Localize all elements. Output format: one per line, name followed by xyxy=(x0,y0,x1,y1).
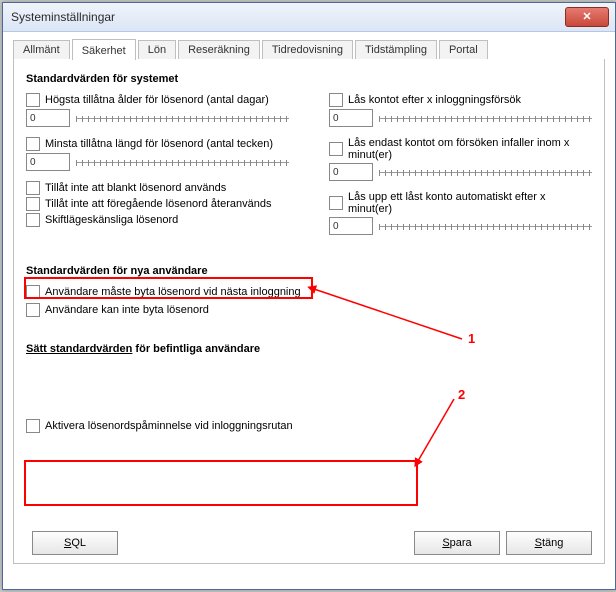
tab-allmant[interactable]: Allmänt xyxy=(13,40,70,59)
save-button[interactable]: Spara xyxy=(414,531,500,555)
checkbox-must-change-password[interactable] xyxy=(26,285,40,299)
checkbox-enable-password-reminder[interactable] xyxy=(26,419,40,433)
tab-lon[interactable]: Lön xyxy=(138,40,176,59)
checkbox-min-password-length[interactable] xyxy=(26,137,40,151)
slider-auto-unlock[interactable] xyxy=(379,219,592,233)
checkbox-no-blank-password[interactable] xyxy=(26,181,40,195)
tab-panel-sakerhet: Standardvärden för systemet Högsta tillå… xyxy=(13,59,605,564)
input-max-password-age[interactable]: 0 xyxy=(26,109,70,127)
label-cannot-change-password: Användare kan inte byta lösenord xyxy=(45,304,209,316)
slider-max-password-age[interactable] xyxy=(76,111,289,125)
close-button[interactable]: ✕ xyxy=(565,7,609,27)
left-column: Högsta tillåtna ålder för lösenord (anta… xyxy=(26,91,289,245)
label-no-previous-password: Tillåt inte att föregående lösenord åter… xyxy=(45,198,271,210)
tab-bar: Allmänt Säkerhet Lön Reseräkning Tidredo… xyxy=(13,38,605,60)
checkbox-lock-after-attempts[interactable] xyxy=(329,93,343,107)
input-auto-unlock[interactable]: 0 xyxy=(329,217,373,235)
footer-bar: SQL Spara Stäng xyxy=(26,531,592,555)
tab-sakerhet[interactable]: Säkerhet xyxy=(72,39,136,60)
tab-tidstampling[interactable]: Tidstämpling xyxy=(355,40,437,59)
checkbox-no-previous-password[interactable] xyxy=(26,197,40,211)
tab-portal[interactable]: Portal xyxy=(439,40,488,59)
label-lock-after-attempts: Lås kontot efter x inloggningsförsök xyxy=(348,94,521,106)
section-title-system-defaults: Standardvärden för systemet xyxy=(26,73,592,85)
checkbox-cannot-change-password[interactable] xyxy=(26,303,40,317)
window-frame: Systeminställningar ✕ Allmänt Säkerhet L… xyxy=(2,2,616,590)
label-auto-unlock: Lås upp ett låst konto automatiskt efter… xyxy=(348,191,592,215)
label-case-sensitive-password: Skiftlägeskänsliga lösenord xyxy=(45,214,178,226)
input-lock-after-attempts[interactable]: 0 xyxy=(329,109,373,127)
slider-min-password-length[interactable] xyxy=(76,155,289,169)
right-column: Lås kontot efter x inloggningsförsök 0 L… xyxy=(329,91,592,245)
checkbox-case-sensitive-password[interactable] xyxy=(26,213,40,227)
input-min-password-length[interactable]: 0 xyxy=(26,153,70,171)
window-title: Systeminställningar xyxy=(11,10,115,24)
close-icon: ✕ xyxy=(582,12,591,23)
section-title-new-user-defaults: Standardvärden för nya användare xyxy=(26,265,592,277)
title-bar: Systeminställningar ✕ xyxy=(3,3,615,32)
checkbox-lock-only-within[interactable] xyxy=(329,142,343,156)
close-window-button[interactable]: Stäng xyxy=(506,531,592,555)
tab-tidredovisning[interactable]: Tidredovisning xyxy=(262,40,353,59)
label-min-password-length: Minsta tillåtna längd för lösenord (anta… xyxy=(45,138,273,150)
input-lock-only-within[interactable]: 0 xyxy=(329,163,373,181)
checkbox-max-password-age[interactable] xyxy=(26,93,40,107)
label-no-blank-password: Tillåt inte att blankt lösenord används xyxy=(45,182,226,194)
link-set-defaults-existing[interactable]: Sätt standardvärden för befintliga använ… xyxy=(26,333,592,355)
sql-button[interactable]: SQL xyxy=(32,531,118,555)
label-lock-only-within: Lås endast kontot om försöken infaller i… xyxy=(348,137,592,161)
slider-lock-only-within[interactable] xyxy=(379,165,592,179)
window-body: Allmänt Säkerhet Lön Reseräkning Tidredo… xyxy=(3,32,615,574)
slider-lock-after-attempts[interactable] xyxy=(379,111,592,125)
tab-reserakning[interactable]: Reseräkning xyxy=(178,40,260,59)
checkbox-auto-unlock[interactable] xyxy=(329,196,343,210)
label-max-password-age: Högsta tillåtna ålder för lösenord (anta… xyxy=(45,94,269,106)
label-enable-password-reminder: Aktivera lösenordspåminnelse vid inloggn… xyxy=(45,420,293,432)
label-must-change-password: Användare måste byta lösenord vid nästa … xyxy=(45,286,301,298)
